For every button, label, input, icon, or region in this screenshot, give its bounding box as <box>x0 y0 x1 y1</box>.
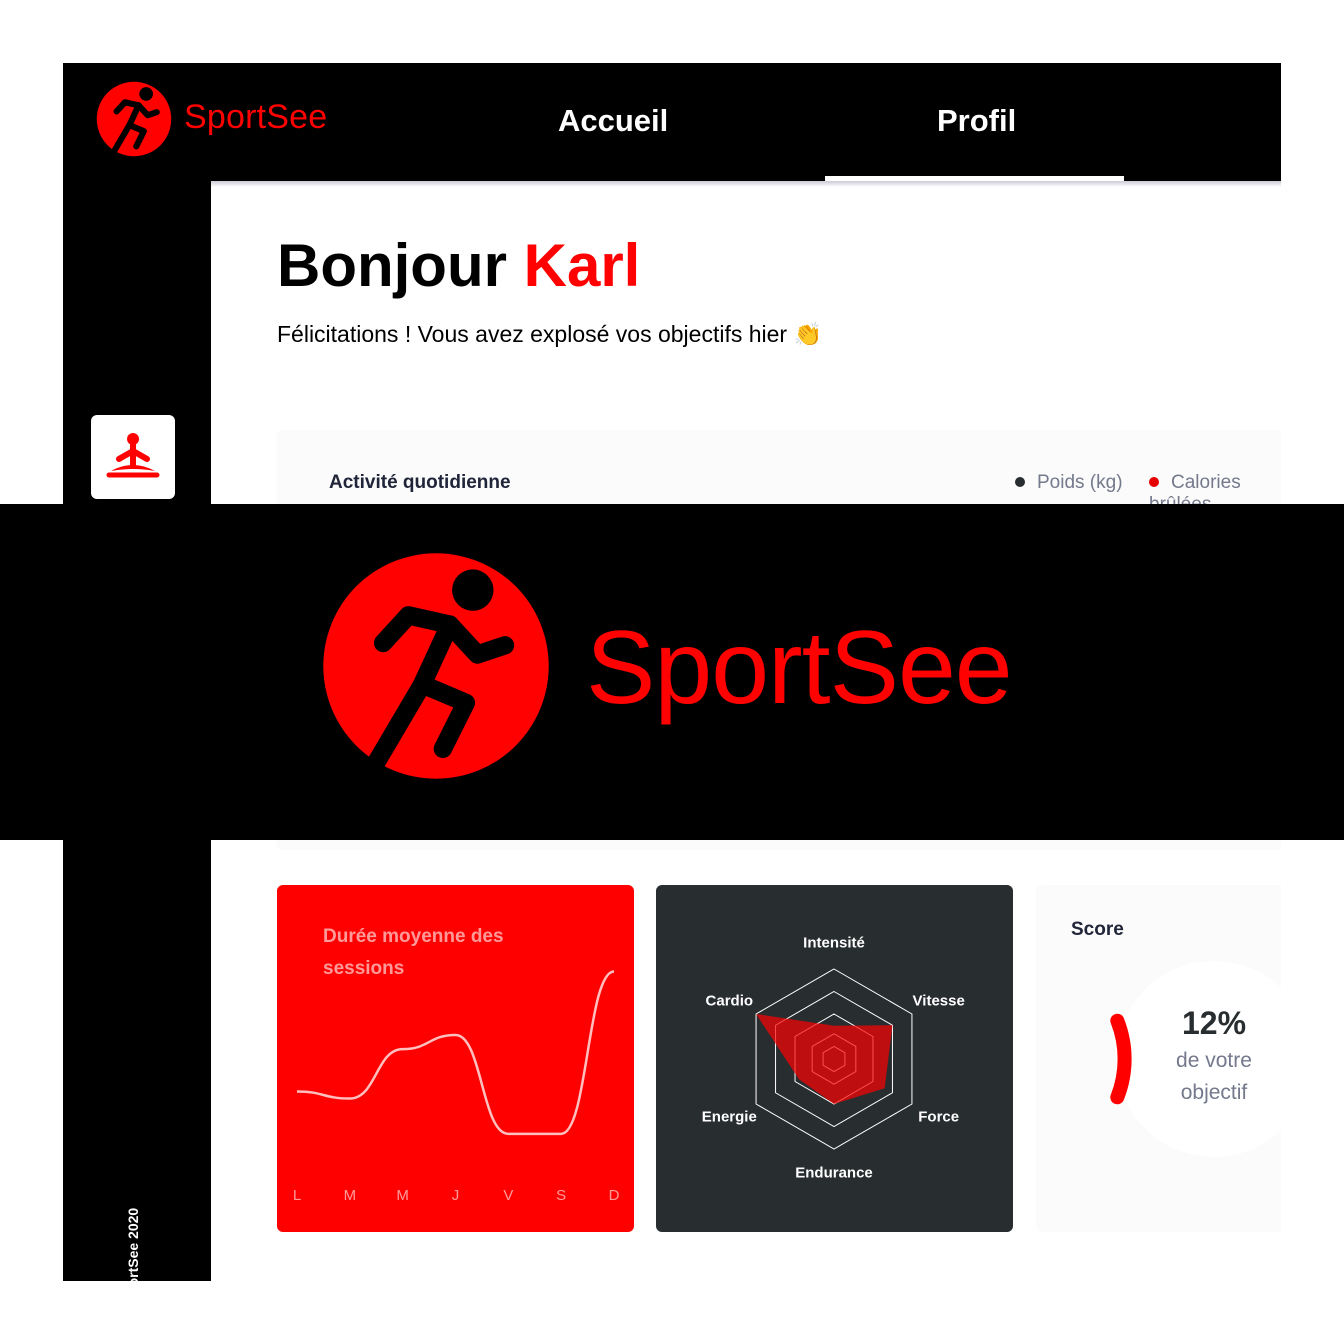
day-label: D <box>608 1187 620 1204</box>
day-label: M <box>343 1187 357 1204</box>
performance-radar-card: Intensité Vitesse Force Endurance Energie Car… <box>656 885 1013 1232</box>
score-card: Score 12% de votre objectif <box>1036 885 1281 1232</box>
page-title: Bonjour Karl <box>277 231 640 300</box>
radar-label: Force <box>918 1108 960 1126</box>
day-label: L <box>292 1187 302 1204</box>
day-label: J <box>451 1187 460 1204</box>
radar-label: Endurance <box>795 1164 873 1182</box>
day-label: V <box>503 1187 514 1204</box>
runner-logo-icon <box>323 553 549 779</box>
greeting-text: Bonjour <box>277 232 524 299</box>
radar-data-area <box>756 1014 893 1104</box>
legend-dot-calories <box>1149 476 1159 487</box>
brand-name[interactable]: SportSee <box>184 98 327 137</box>
score-caption: de votre objectif <box>1176 1049 1252 1104</box>
score-arc <box>1110 1013 1132 1105</box>
header-shadow <box>211 181 1281 187</box>
banner-brand-name: SportSee <box>586 610 1013 726</box>
day-label: M <box>396 1187 409 1204</box>
session-duration-line <box>296 970 615 1136</box>
radar-label: Cardio <box>705 992 754 1010</box>
legend-poids: Poids (kg) <box>1015 472 1123 494</box>
legend-dot-poids <box>1015 476 1025 487</box>
session-duration-card: Durée moyenne des sessions LMMJVSD <box>277 885 634 1232</box>
session-duration-chart[interactable] <box>277 885 634 1232</box>
radar-label: Energie <box>701 1108 757 1126</box>
nav-profil[interactable]: Profil <box>937 103 1016 139</box>
user-name: Karl <box>523 232 641 299</box>
radar-label: Intensité <box>803 934 865 952</box>
yoga-icon <box>106 433 160 478</box>
congrats-message: Félicitations ! Vous avez explosé vos ob… <box>277 321 823 347</box>
logo-banner: SportSee <box>0 504 1344 840</box>
nav-accueil[interactable]: Accueil <box>558 103 668 139</box>
activity-title: Activité quotidienne <box>329 472 511 493</box>
runner-logo-icon[interactable] <box>96 81 172 157</box>
score-value: 12% <box>1181 1005 1247 1041</box>
copyright-text: Copyright, SportSee 2020 <box>125 1208 141 1281</box>
day-label: S <box>556 1187 567 1204</box>
radar-label: Vitesse <box>912 992 965 1010</box>
legend-poids-label: Poids (kg) <box>1037 472 1123 493</box>
sidebar-item-yoga[interactable] <box>91 415 175 499</box>
top-navbar: SportSee Accueil Profil <box>63 63 1281 181</box>
